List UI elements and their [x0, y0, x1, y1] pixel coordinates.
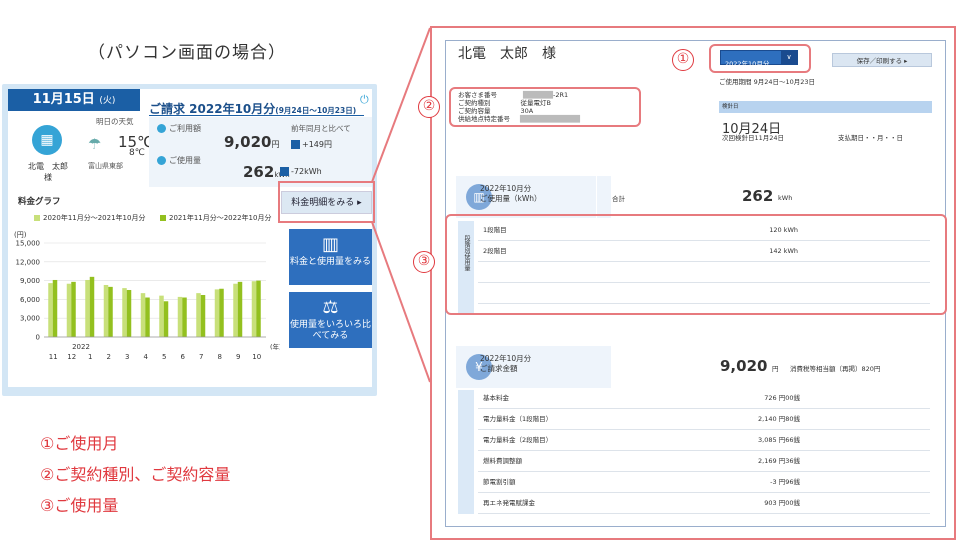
note-1: ①ご使用月: [40, 434, 119, 453]
bill-row-value: 903 円00銭: [764, 499, 800, 507]
bill-row-value: 2,169 円36銭: [758, 457, 800, 465]
bill-row-value: 2,140 円80銭: [758, 415, 800, 423]
notes-list: ①ご使用月 ②ご契約種別、ご契約容量 ③ご使用量: [40, 428, 230, 521]
bill-row-label: 節電割引額: [483, 478, 516, 486]
next-meter-date: 次回検針日11月24日: [722, 134, 785, 142]
bill-row-value: 3,085 円66銭: [758, 436, 800, 444]
highlight-contract: [449, 87, 641, 127]
bill-row-value: -3 円96銭: [770, 478, 800, 486]
customer-name: 北電 太郎 様: [458, 46, 556, 62]
usage-band-title: 2022年10月分 ご使用量（kWh）: [480, 184, 542, 203]
callout-3: ③: [413, 251, 435, 273]
tax-note: 消費税等相当額（再掲）820円: [790, 365, 881, 373]
bill-row: 節電割引額 -3 円96銭: [478, 472, 930, 493]
save-print-label: 保存／印刷する: [856, 57, 903, 65]
bill-total: 9,020: [720, 357, 768, 375]
bill-row-label: 電力量料金（2段階目）: [483, 436, 553, 444]
bill-row-label: 燃料費調整額: [483, 457, 522, 465]
usage-period: ご使用期間 9月24日〜10月23日: [719, 78, 816, 86]
payment-due: 支払期日・・月・・日: [838, 134, 903, 142]
band-divider: [596, 176, 597, 218]
callout-2: ②: [418, 96, 440, 118]
bill-row: 電力量料金（2段階目） 3,085 円66銭: [478, 430, 930, 451]
bill-band-title: 2022年10月分 ご請求金額: [480, 354, 532, 373]
save-print-button[interactable]: 保存／印刷する ▸: [832, 53, 932, 67]
usage-total: 262: [742, 187, 774, 205]
callout-1: ①: [672, 49, 694, 71]
bill-row: 再エネ発電賦課金 903 円00銭: [478, 493, 930, 514]
usage-band: ▥ 2022年10月分 ご使用量（kWh） 合計 262 kWh: [456, 176, 931, 218]
bill-row: 燃料費調整額 2,169 円36銭: [478, 451, 930, 472]
bill-row-label: 基本料金: [483, 394, 509, 402]
bill-unit: 円: [772, 365, 779, 373]
highlight-month: [709, 44, 811, 73]
note-3: ③ご使用量: [40, 496, 119, 515]
bill-side-bar: [458, 390, 474, 514]
bill-row-label: 再エネ発電賦課金: [483, 499, 535, 507]
bill-row: 電力量料金（1段階目） 2,140 円80銭: [478, 409, 930, 430]
highlight-usage: [445, 214, 947, 315]
bill-total-cell: [611, 346, 931, 388]
usage-total-unit: kWh: [778, 194, 793, 202]
usage-total-label: 合計: [612, 195, 625, 203]
note-2: ②ご契約種別、ご契約容量: [40, 465, 231, 484]
bill-row-label: 電力量料金（1段階目）: [483, 415, 553, 423]
bill-band: ¥ 2022年10月分 ご請求金額 9,020 円 消費税等相当額（再掲）820…: [456, 346, 931, 388]
bill-row: 基本料金 726 円00銭: [478, 388, 930, 409]
meter-date-header: 検針日: [719, 101, 932, 113]
bill-table: 基本料金 726 円00銭電力量料金（1段階目） 2,140 円80銭電力量料金（2…: [478, 388, 930, 514]
bill-row-value: 726 円00銭: [764, 394, 800, 402]
